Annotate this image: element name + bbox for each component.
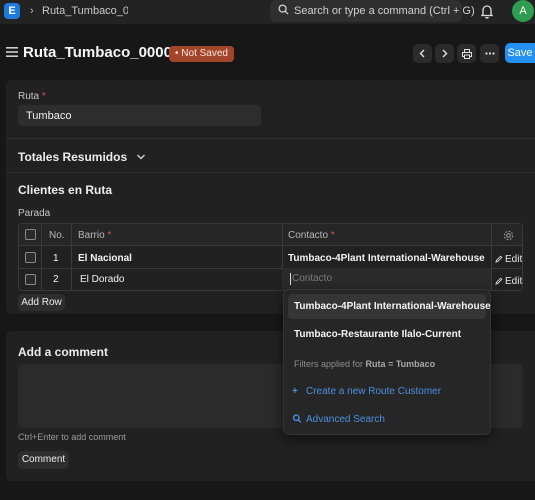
barrio-cell[interactable]: El Nacional <box>78 253 132 264</box>
contacto-cell[interactable]: Tumbaco-4Plant International-Warehouse <box>288 253 485 264</box>
ruta-field[interactable]: Tumbaco <box>18 105 261 126</box>
section-clientes-en-ruta: Clientes en Ruta <box>18 183 113 197</box>
barrio-cell[interactable]: El Dorado <box>80 274 124 285</box>
row-number: 2 <box>53 274 59 285</box>
contacto-dropdown: Tumbaco-4Plant International-Warehouse T… <box>283 289 491 435</box>
more-horizontal-icon <box>485 52 495 55</box>
print-button[interactable] <box>457 44 476 63</box>
bell-icon[interactable] <box>480 3 494 19</box>
chevron-left-icon <box>419 49 425 58</box>
avatar[interactable]: A <box>512 0 534 22</box>
edit-row-button[interactable]: Edit <box>495 276 522 287</box>
add-comment-title: Add a comment <box>18 345 109 359</box>
contacto-placeholder: Contacto <box>292 273 333 284</box>
parada-table: No. Barrio * Contacto * 1 El Nacional Tu… <box>18 223 523 291</box>
dropdown-option[interactable]: Tumbaco-4Plant International-Warehouse <box>288 294 491 319</box>
text-cursor <box>290 273 291 285</box>
comment-hint: Ctrl+Enter to add comment <box>18 432 126 442</box>
search-placeholder: Search or type a command (Ctrl + G) <box>294 5 475 17</box>
prev-doc-button[interactable] <box>413 44 432 63</box>
comment-button[interactable]: Comment <box>18 451 69 469</box>
parada-label: Parada <box>18 208 51 219</box>
select-all-checkbox[interactable] <box>25 229 36 240</box>
page-title: Ruta_Tumbaco_00009 <box>23 44 181 61</box>
next-doc-button[interactable] <box>435 44 454 63</box>
filter-note: Filters applied for Ruta = Tumbaco <box>294 359 436 369</box>
pencil-icon <box>495 255 503 263</box>
navbar: E › Ruta_Tumbaco_00005 Search or type a … <box>0 0 535 24</box>
row-checkbox[interactable] <box>25 252 36 263</box>
contacto-input[interactable]: Contacto <box>282 268 491 290</box>
advanced-search-link[interactable]: Advanced Search <box>292 414 385 425</box>
chevron-down-icon <box>137 154 146 160</box>
breadcrumb-chevron-icon: › <box>30 5 34 17</box>
add-row-button[interactable]: Add Row <box>18 294 65 311</box>
pencil-icon <box>495 277 503 285</box>
divider <box>6 138 535 139</box>
divider <box>6 172 535 173</box>
column-contacto: Contacto * <box>288 230 335 241</box>
ruta-label: Ruta * <box>18 91 46 102</box>
breadcrumb-link[interactable]: Ruta_Tumbaco_00005 <box>42 5 128 17</box>
create-route-customer-link[interactable]: + Create a new Route Customer <box>292 386 441 397</box>
more-menu-button[interactable] <box>480 44 499 63</box>
sidebar-toggle-icon[interactable] <box>6 47 18 57</box>
gear-icon[interactable] <box>503 230 514 241</box>
search-icon <box>278 4 289 15</box>
chevron-right-icon <box>442 49 448 58</box>
save-button[interactable]: Save <box>505 43 535 63</box>
status-badge: • Not Saved <box>169 46 234 62</box>
search-input[interactable]: Search or type a command (Ctrl + G) <box>270 0 475 22</box>
printer-icon <box>462 49 472 59</box>
column-barrio: Barrio * <box>78 230 112 241</box>
column-no: No. <box>49 230 65 241</box>
plus-icon: + <box>292 386 298 397</box>
ruta-value: Tumbaco <box>26 110 72 122</box>
search-icon <box>292 414 302 423</box>
edit-row-button[interactable]: Edit <box>495 254 522 265</box>
section-totales-resumidos[interactable]: Totales Resumidos <box>18 150 146 164</box>
app-logo[interactable]: E <box>4 3 20 19</box>
dropdown-option[interactable]: Tumbaco-Restaurante Ilalo-Current <box>288 322 486 347</box>
row-checkbox[interactable] <box>25 274 36 285</box>
row-number: 1 <box>53 253 59 264</box>
